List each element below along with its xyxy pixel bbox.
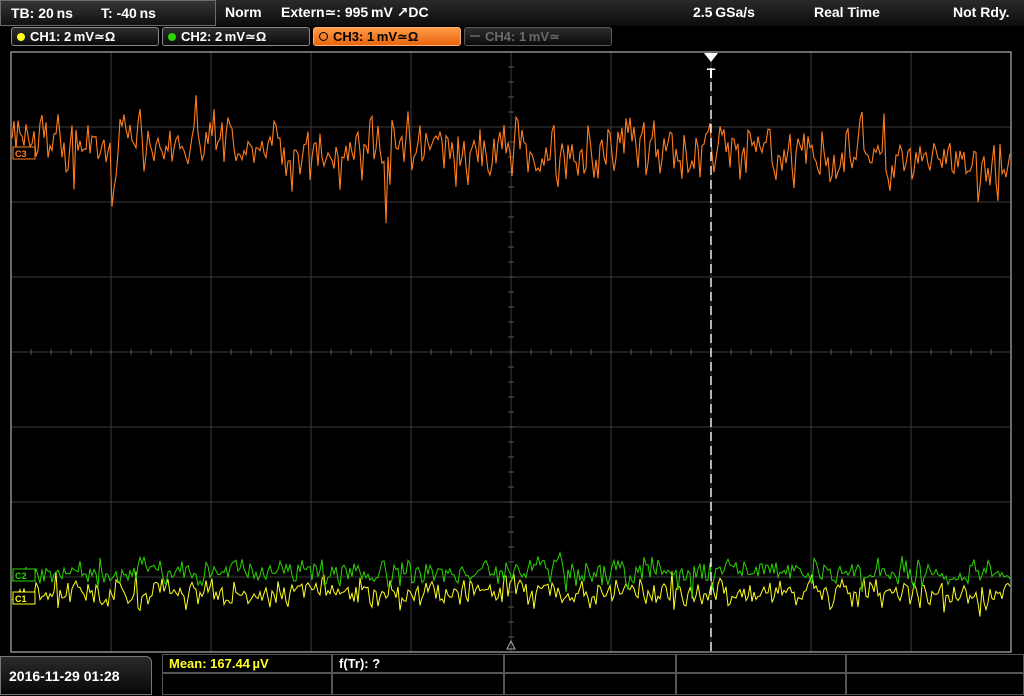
measurement-cell-7[interactable] — [332, 673, 504, 695]
waveform-canvas[interactable]: T C3 C2 C1 — [0, 48, 1024, 655]
ch1-reference-label: C1 — [15, 594, 27, 604]
status-bar: TB: 20 ns T: -40 ns Norm Extern≃: 995 mV… — [0, 0, 1024, 26]
ch3-reference-marker[interactable]: C3 — [12, 146, 36, 160]
ch4-label: CH4: 1 mV≃ — [485, 29, 560, 44]
channel-tab-ch3[interactable]: CH3: 1 mV≃Ω — [313, 27, 461, 46]
ch2-reference-marker[interactable]: C2 — [12, 568, 36, 582]
waveform-display[interactable]: T C3 C2 C1 — [0, 48, 1024, 655]
sample-rate-label[interactable]: 2.5 GSa/s — [693, 0, 755, 24]
channel-tab-ch4[interactable]: CH4: 1 mV≃ — [464, 27, 612, 46]
trigger-mode-label[interactable]: Norm — [225, 0, 262, 24]
measurement-cell-10[interactable] — [846, 673, 1024, 695]
ch1-reference-marker[interactable]: C1 — [12, 591, 36, 605]
trigger-marker-label: T — [707, 65, 716, 81]
ch2-reference-label: C2 — [15, 571, 27, 581]
ch1-label: CH1: 2 mV≃Ω — [30, 29, 116, 44]
ch1-color-dot — [17, 33, 25, 41]
ch2-color-dot — [168, 33, 176, 41]
graticule-grid — [10, 51, 1012, 653]
trigger-offset-label[interactable]: T: -40 ns — [101, 1, 156, 25]
measurement-cell-6[interactable] — [162, 673, 332, 695]
date-time-box[interactable]: 2016-11-29 01:28 — [0, 656, 152, 695]
horizontal-settings-box[interactable]: TB: 20 ns T: -40 ns — [0, 0, 216, 26]
measurement-cell-4[interactable] — [676, 654, 846, 673]
measurement-mean-value: Mean: 167.44 µV — [169, 656, 269, 671]
measurement-cell-8[interactable] — [504, 673, 676, 695]
date-time-label: 2016-11-29 01:28 — [9, 668, 120, 684]
measurement-cell-9[interactable] — [676, 673, 846, 695]
channel-tab-ch1[interactable]: CH1: 2 mV≃Ω — [11, 27, 159, 46]
measurement-panel[interactable]: Mean: 167.44 µV f(Tr): ? — [162, 654, 1024, 695]
acquisition-status-label: Not Rdy. — [953, 4, 1010, 20]
trigger-position-arrow-icon[interactable] — [704, 53, 718, 62]
ch4-off-indicator-icon — [470, 35, 480, 37]
trigger-source-label[interactable]: Extern≃: 995 mV ↗DC — [281, 0, 429, 24]
measurement-cell-3[interactable] — [504, 654, 676, 673]
timebase-label[interactable]: TB: 20 ns — [11, 1, 73, 25]
ch3-reference-label: C3 — [15, 149, 27, 159]
channel-tab-ch2[interactable]: CH2: 2 mV≃Ω — [162, 27, 310, 46]
ch3-color-dot — [319, 32, 328, 41]
ch3-label: CH3: 1 mV≃Ω — [333, 29, 419, 44]
measurement-cell-5[interactable] — [846, 654, 1024, 673]
measurement-rise-frequency-value: f(Tr): ? — [339, 656, 381, 671]
ch2-label: CH2: 2 mV≃Ω — [181, 29, 267, 44]
channel-tab-row: CH1: 2 mV≃Ω CH2: 2 mV≃Ω CH3: 1 mV≃Ω CH4:… — [0, 26, 1024, 48]
acquisition-mode-label[interactable]: Real Time — [814, 0, 880, 24]
